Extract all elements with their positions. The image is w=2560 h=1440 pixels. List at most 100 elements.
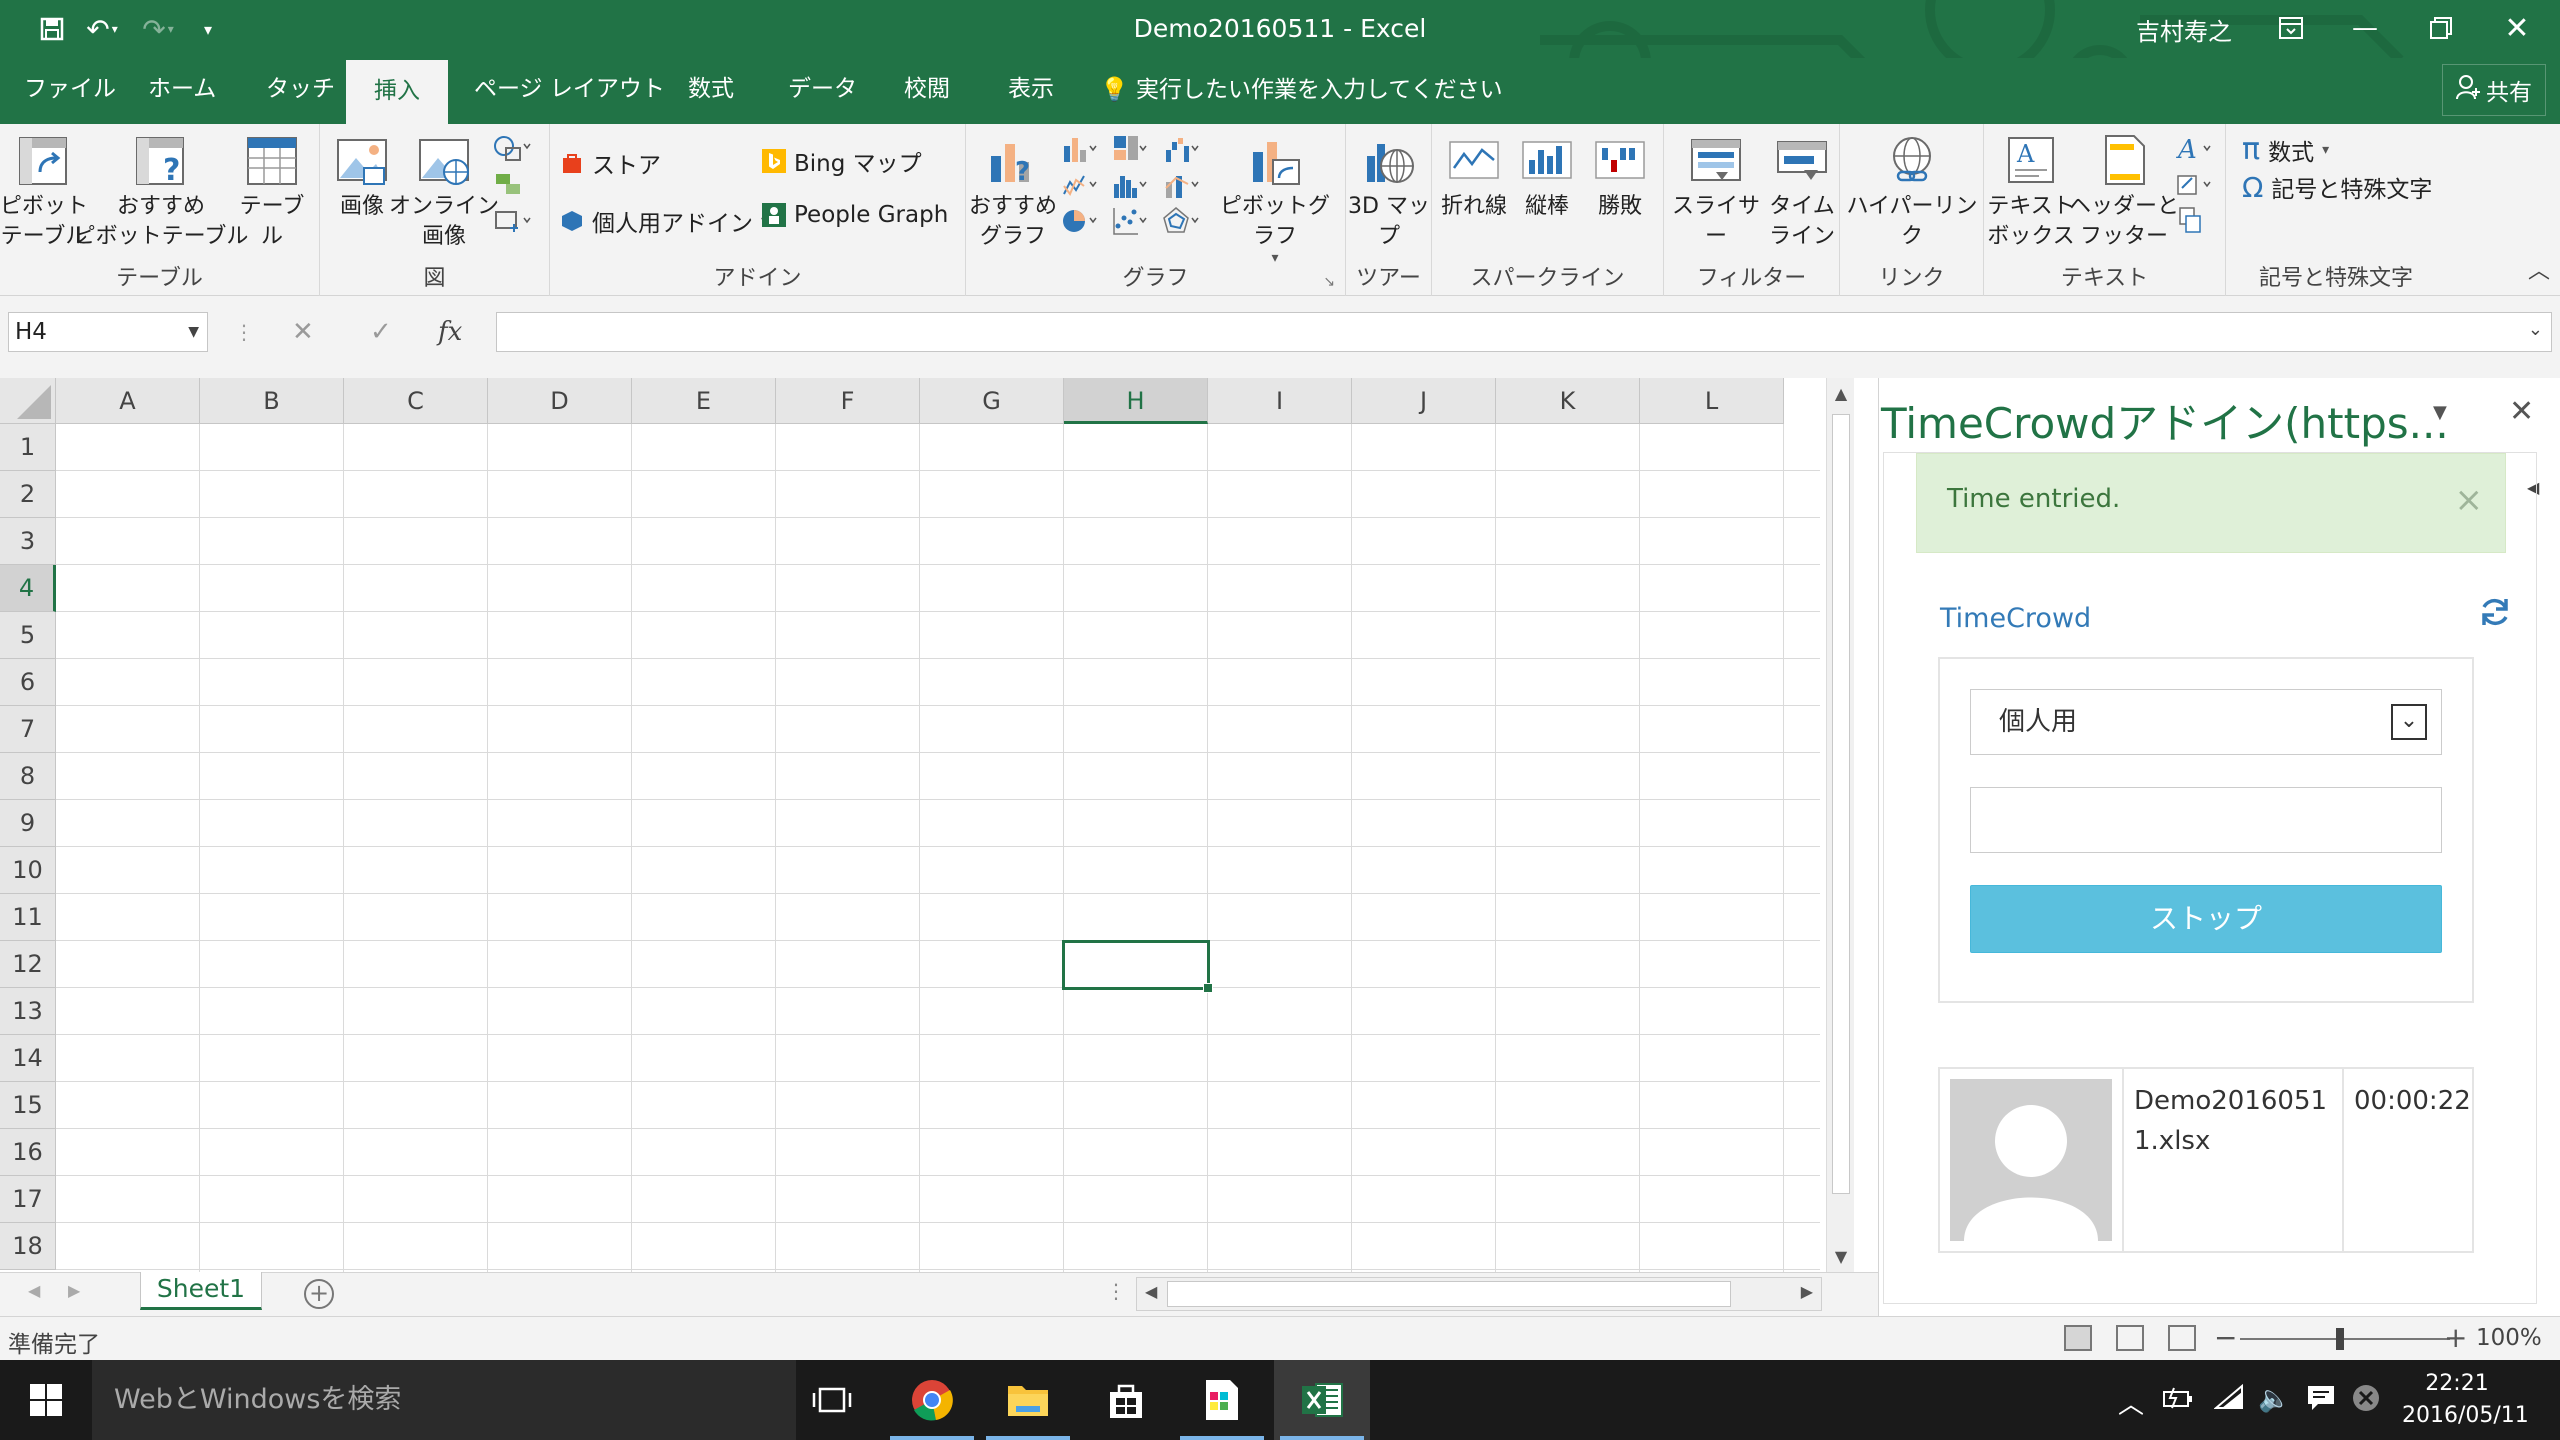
sheet-tab-sheet1[interactable]: Sheet1 xyxy=(140,1272,262,1310)
row-header-7[interactable]: 7 xyxy=(0,706,56,753)
line-chart-icon[interactable] xyxy=(1060,168,1100,202)
refresh-icon[interactable] xyxy=(2478,595,2512,638)
add-sheet-icon[interactable]: + xyxy=(304,1279,334,1309)
page-layout-view-icon[interactable] xyxy=(2116,1325,2144,1351)
minimize-icon[interactable]: — xyxy=(2328,0,2402,56)
timecrowd-link[interactable]: TimeCrowd xyxy=(1940,603,2091,634)
scatter-chart-icon[interactable] xyxy=(1110,204,1150,238)
radar-chart-icon[interactable] xyxy=(1162,204,1202,238)
bing-maps-button[interactable]: Bing マップ xyxy=(762,144,922,178)
equation-button[interactable]: π 数式 ▾ xyxy=(2242,132,2329,167)
row-header-10[interactable]: 10 xyxy=(0,847,56,894)
save-icon[interactable] xyxy=(30,10,74,48)
team-select[interactable]: 個人用 ⌄ xyxy=(1970,689,2442,755)
shapes-icon[interactable] xyxy=(492,132,532,166)
row-header-12[interactable]: 12 xyxy=(0,941,56,988)
statistic-chart-icon[interactable] xyxy=(1110,168,1150,202)
paint-app-icon[interactable] xyxy=(1174,1360,1270,1440)
battery-icon[interactable] xyxy=(2162,1384,2194,1417)
selected-cell[interactable] xyxy=(1062,940,1213,993)
ribbon-display-options-icon[interactable] xyxy=(2254,0,2328,56)
combo-chart-icon[interactable] xyxy=(1162,168,1202,202)
zoom-level[interactable]: 100% xyxy=(2476,1325,2542,1351)
object-icon[interactable] xyxy=(2174,204,2214,238)
excel-app-icon[interactable] xyxy=(1274,1360,1370,1440)
row-header-4[interactable]: 4 xyxy=(0,565,56,612)
column-chart-icon[interactable] xyxy=(1060,132,1100,166)
row-header-8[interactable]: 8 xyxy=(0,753,56,800)
row-header-5[interactable]: 5 xyxy=(0,612,56,659)
zoom-out-icon[interactable]: − xyxy=(2214,1321,2237,1354)
tab-home[interactable]: ホーム xyxy=(138,58,226,124)
cancel-entry-icon[interactable]: ✕ xyxy=(292,312,314,352)
row-header-3[interactable]: 3 xyxy=(0,518,56,565)
select-all-corner[interactable] xyxy=(0,378,56,424)
online-picture-button[interactable]: オンライン 画像 xyxy=(389,124,499,252)
chrome-icon[interactable] xyxy=(884,1360,980,1440)
hyperlink-button[interactable]: ハイパーリンク xyxy=(1840,124,1984,252)
picture-button[interactable]: 画像 xyxy=(326,124,398,222)
signature-line-icon[interactable] xyxy=(2174,168,2214,202)
waterfall-chart-icon[interactable] xyxy=(1162,132,1202,166)
horizontal-scroll-thumb[interactable] xyxy=(1167,1281,1731,1307)
zoom-slider[interactable] xyxy=(2240,1328,2450,1350)
recommended-charts-button[interactable]: ? おすすめ グラフ xyxy=(968,124,1058,252)
table-button[interactable]: テーブル xyxy=(232,124,312,252)
scroll-up-icon[interactable]: ▲ xyxy=(1827,384,1855,403)
hierarchy-chart-icon[interactable] xyxy=(1110,132,1150,166)
column-header-d[interactable]: D xyxy=(488,378,632,424)
tell-me-search[interactable]: 💡 実行したい作業を入力してください xyxy=(1100,58,1503,124)
3d-map-button[interactable]: 3D マッ プ xyxy=(1346,124,1432,252)
pivot-table-button[interactable]: ピボット テーブル xyxy=(0,124,88,252)
column-header-l[interactable]: L xyxy=(1640,378,1784,424)
name-box[interactable]: H4 ▼ xyxy=(8,312,208,352)
sparkline-winloss-button[interactable]: 勝敗 xyxy=(1584,124,1656,222)
textbox-button[interactable]: A テキスト ボックス xyxy=(1984,124,2078,252)
close-icon[interactable]: ✕ xyxy=(2480,0,2554,56)
store-app-icon[interactable] xyxy=(1078,1360,1174,1440)
vertical-scrollbar[interactable]: ▲ ▼ xyxy=(1826,378,1854,1272)
zoom-in-icon[interactable]: + xyxy=(2444,1321,2467,1354)
people-graph-button[interactable]: People Graph xyxy=(762,202,948,228)
row-header-18[interactable]: 18 xyxy=(0,1223,56,1270)
task-pane-close-icon[interactable]: ✕ xyxy=(2509,394,2534,429)
column-header-e[interactable]: E xyxy=(632,378,776,424)
column-header-i[interactable]: I xyxy=(1208,378,1352,424)
task-title-input[interactable] xyxy=(1970,787,2442,853)
share-button[interactable]: 共有 xyxy=(2442,64,2546,116)
stop-button[interactable]: ストップ xyxy=(1970,885,2442,953)
restore-icon[interactable] xyxy=(2404,0,2478,56)
store-button[interactable]: ストア xyxy=(560,146,661,180)
tab-page-layout[interactable]: ページ レイアウト xyxy=(464,58,675,124)
column-header-a[interactable]: A xyxy=(56,378,200,424)
row-header-17[interactable]: 17 xyxy=(0,1176,56,1223)
prev-sheet-icon[interactable]: ◀ xyxy=(28,1281,40,1300)
row-header-9[interactable]: 9 xyxy=(0,800,56,847)
sparkline-column-button[interactable]: 縦棒 xyxy=(1512,124,1582,222)
taskbar-search[interactable]: WebとWindowsを検索 xyxy=(92,1360,796,1440)
row-header-6[interactable]: 6 xyxy=(0,659,56,706)
show-hidden-icons-icon[interactable]: ︿ xyxy=(2118,1384,2144,1421)
row-header-11[interactable]: 11 xyxy=(0,894,56,941)
scroll-right-icon[interactable]: ▶ xyxy=(1801,1282,1813,1301)
redo-icon[interactable]: ↷ ▾ xyxy=(130,10,186,48)
tab-data[interactable]: データ xyxy=(778,58,867,124)
taskbar-clock[interactable]: 22:21 2016/05/11 xyxy=(2402,1368,2529,1432)
scroll-down-icon[interactable]: ▼ xyxy=(1827,1247,1855,1266)
file-explorer-icon[interactable] xyxy=(980,1360,1076,1440)
column-header-k[interactable]: K xyxy=(1496,378,1640,424)
row-header-2[interactable]: 2 xyxy=(0,471,56,518)
column-header-b[interactable]: B xyxy=(200,378,344,424)
next-sheet-icon[interactable]: ▶ xyxy=(68,1281,80,1300)
close-circle-icon[interactable] xyxy=(2352,1384,2380,1419)
vertical-scroll-thumb[interactable] xyxy=(1832,414,1850,1194)
header-footer-button[interactable]: ヘッダーと フッター xyxy=(2069,124,2179,252)
tab-touch[interactable]: タッチ xyxy=(256,58,345,124)
row-header-1[interactable]: 1 xyxy=(0,424,56,471)
tab-file[interactable]: ファイル xyxy=(14,58,126,124)
task-pane-menu-icon[interactable]: ▼ xyxy=(2433,402,2447,423)
slicer-button[interactable]: スライサー xyxy=(1666,124,1766,252)
row-header-13[interactable]: 13 xyxy=(0,988,56,1035)
undo-icon[interactable]: ↶ ▾ xyxy=(74,10,130,48)
user-name[interactable]: 吉村寿之 xyxy=(2136,12,2232,47)
